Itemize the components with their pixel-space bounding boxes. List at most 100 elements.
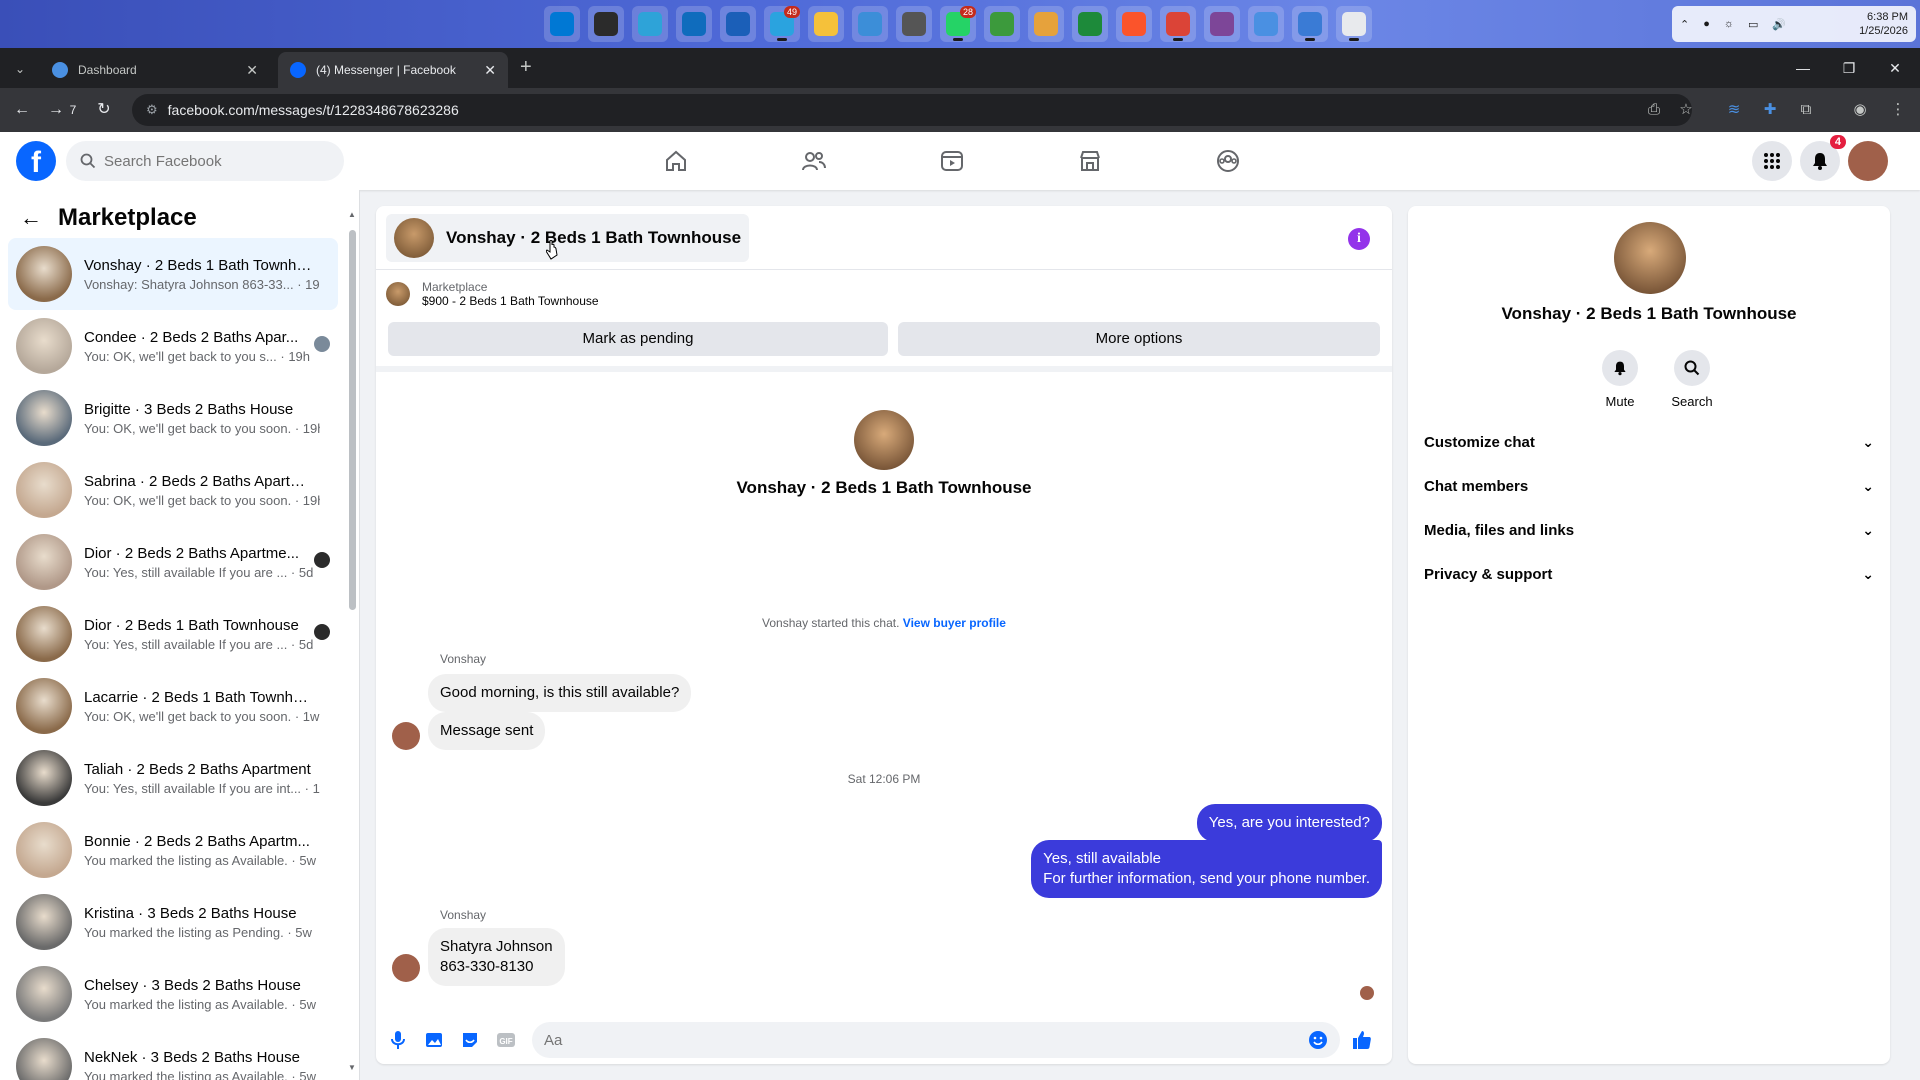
conversation-item[interactable]: Chelsey · 3 Beds 2 Baths House You marked… — [8, 958, 338, 1030]
telegram-icon[interactable]: 49 — [764, 6, 800, 42]
paint-icon[interactable] — [1028, 6, 1064, 42]
conversation-item[interactable]: NekNek · 3 Beds 2 Baths House You marked … — [8, 1030, 338, 1080]
conversation-item[interactable]: Bonnie · 2 Beds 2 Baths Apartm... You mar… — [8, 814, 338, 886]
sticker-icon[interactable] — [458, 1028, 482, 1052]
app-icon[interactable] — [896, 6, 932, 42]
tab-dashboard[interactable]: Dashboard ✕ — [40, 52, 270, 88]
back-arrow-icon[interactable]: ← — [20, 205, 42, 231]
emoji-icon[interactable] — [1306, 1028, 1330, 1052]
install-app-icon[interactable]: ⎙ — [1640, 96, 1668, 124]
tab-search-icon[interactable]: ⌄ — [8, 58, 32, 80]
notepad-icon[interactable] — [852, 6, 888, 42]
new-tab-icon[interactable]: + — [520, 56, 532, 79]
address-bar[interactable]: ⚙ facebook.com/messages/t/12283486786232… — [132, 94, 1692, 126]
display-icon[interactable]: ▭ — [1748, 18, 1758, 31]
chrome-icon[interactable] — [1160, 6, 1196, 42]
menu-dots-icon[interactable]: ⋮ — [1884, 96, 1912, 124]
details-section[interactable]: Chat members ⌄ — [1424, 464, 1874, 508]
mark-as-pending-button[interactable]: Mark as pending — [388, 322, 888, 356]
outlook-icon[interactable] — [676, 6, 712, 42]
conversation-item[interactable]: Dior · 2 Beds 2 Baths Apartme... You: Yes… — [8, 526, 338, 598]
brightness-icon[interactable]: ☼ — [1724, 18, 1734, 30]
edge-icon[interactable] — [632, 6, 668, 42]
search-input[interactable] — [104, 152, 324, 170]
conversation-item[interactable]: Lacarrie · 2 Beds 1 Bath Townho... You: O… — [8, 670, 338, 742]
close-window-icon[interactable]: ✕ — [1872, 48, 1918, 88]
minimize-icon[interactable]: — — [1780, 48, 1826, 88]
incoming-message[interactable]: Message sent — [428, 712, 546, 750]
marketplace-nav-icon[interactable] — [1034, 132, 1146, 190]
mute-button[interactable]: Mute — [1590, 350, 1650, 409]
video-nav-icon[interactable] — [896, 132, 1008, 190]
menu-grid-icon[interactable] — [1752, 141, 1792, 181]
message-timestamp: Sat 12:06 PM — [847, 772, 921, 786]
extension-icon[interactable]: ≋ — [1720, 96, 1748, 124]
sail-icon[interactable] — [1248, 6, 1284, 42]
details-section[interactable]: Privacy & support ⌄ — [1424, 552, 1874, 596]
restore-icon[interactable]: ❐ — [1826, 48, 1872, 88]
windows-start-icon[interactable] — [544, 6, 580, 42]
profile-avatar[interactable] — [1848, 141, 1888, 181]
back-icon[interactable]: ← — [8, 96, 36, 124]
store-icon[interactable] — [720, 6, 756, 42]
reload-icon[interactable]: ↻ — [90, 96, 118, 124]
network-icon[interactable]: ● — [1703, 18, 1710, 30]
scroll-up-icon[interactable]: ▲ — [348, 210, 356, 219]
details-section[interactable]: Media, files and links ⌄ — [1424, 508, 1874, 552]
sidebar-scrollbar[interactable]: ▲ ▼ — [348, 210, 356, 1072]
puzzle-extension-icon[interactable]: ✚ — [1756, 96, 1784, 124]
whatsapp-icon[interactable]: 28 — [940, 6, 976, 42]
sender-avatar[interactable] — [392, 954, 420, 982]
search-in-chat-button[interactable]: Search — [1662, 350, 1722, 409]
file-explorer-icon[interactable] — [808, 6, 844, 42]
chevron-up-icon[interactable]: ⌃ — [1680, 18, 1689, 31]
message-input[interactable] — [532, 1022, 1340, 1058]
conversation-item[interactable]: Brigitte · 3 Beds 2 Baths House You: OK, … — [8, 382, 338, 454]
vpn-icon[interactable] — [984, 6, 1020, 42]
friends-nav-icon[interactable] — [758, 132, 870, 190]
microphone-icon[interactable] — [386, 1028, 410, 1052]
chrome-profile-icon[interactable] — [1336, 6, 1372, 42]
brave-icon[interactable] — [1116, 6, 1152, 42]
photo-icon[interactable] — [422, 1028, 446, 1052]
like-thumbs-up-icon[interactable] — [1350, 1028, 1374, 1052]
profile-icon[interactable]: ◉ — [1846, 96, 1874, 124]
volume-icon[interactable]: 🔊 — [1772, 18, 1786, 31]
conversation-item[interactable]: Condee · 2 Beds 2 Baths Apar... You: OK, … — [8, 310, 338, 382]
gif-icon[interactable]: GIF — [494, 1028, 518, 1052]
groups-nav-icon[interactable] — [1172, 132, 1284, 190]
scroll-down-icon[interactable]: ▼ — [348, 1063, 356, 1072]
site-info-icon[interactable]: ⚙ — [146, 102, 158, 118]
conversation-item[interactable]: Sabrina · 2 Beds 2 Baths Apartm... You: O… — [8, 454, 338, 526]
search-icon[interactable] — [588, 6, 624, 42]
home-nav-icon[interactable] — [620, 132, 732, 190]
view-buyer-profile-link[interactable]: View buyer profile — [903, 616, 1006, 630]
bookmark-star-icon[interactable]: ☆ — [1672, 96, 1700, 124]
facebook-logo-icon[interactable]: f — [16, 141, 56, 181]
conversation-item[interactable]: Kristina · 3 Beds 2 Baths House You marke… — [8, 886, 338, 958]
incoming-message[interactable]: Good morning, is this still available? — [428, 674, 692, 712]
incoming-message[interactable]: Shatyra Johnson 863-330-8130 — [428, 928, 565, 986]
outgoing-message[interactable]: Yes, still available For further informa… — [1031, 840, 1382, 898]
clock[interactable]: 6:38 PM 1/25/2026 — [1859, 10, 1908, 38]
conversation-item[interactable]: Dior · 2 Beds 1 Bath Townhouse You: Yes, … — [8, 598, 338, 670]
close-tab-icon[interactable]: ✕ — [484, 62, 496, 79]
tab-messenger[interactable]: (4) Messenger | Facebook ✕ — [278, 52, 508, 88]
scrollbar-thumb[interactable] — [349, 230, 356, 610]
listing-summary[interactable]: Marketplace $900 - 2 Beds 1 Bath Townhou… — [386, 280, 599, 308]
conversation-item[interactable]: Taliah · 2 Beds 2 Baths Apartment You: Ye… — [8, 742, 338, 814]
sender-avatar[interactable] — [392, 722, 420, 750]
details-section[interactable]: Customize chat ⌄ — [1424, 420, 1874, 464]
chat-title-button[interactable]: Vonshay · 2 Beds 1 Bath Townhouse — [386, 214, 750, 262]
more-options-button[interactable]: More options — [898, 322, 1380, 356]
tor-icon[interactable] — [1204, 6, 1240, 42]
conversation-item[interactable]: Vonshay · 2 Beds 1 Bath Townho... Vonshay… — [8, 238, 338, 310]
sail-icon-2[interactable] — [1292, 6, 1328, 42]
close-tab-icon[interactable]: ✕ — [246, 62, 258, 79]
facebook-search[interactable] — [66, 141, 344, 181]
info-icon[interactable]: i — [1348, 228, 1370, 250]
extensions-icon[interactable]: ⧉ — [1792, 96, 1820, 124]
notifications-bell-icon[interactable]: 4 — [1800, 135, 1846, 181]
infinity-icon[interactable] — [1072, 6, 1108, 42]
outgoing-message[interactable]: Yes, are you interested? — [1196, 804, 1382, 842]
